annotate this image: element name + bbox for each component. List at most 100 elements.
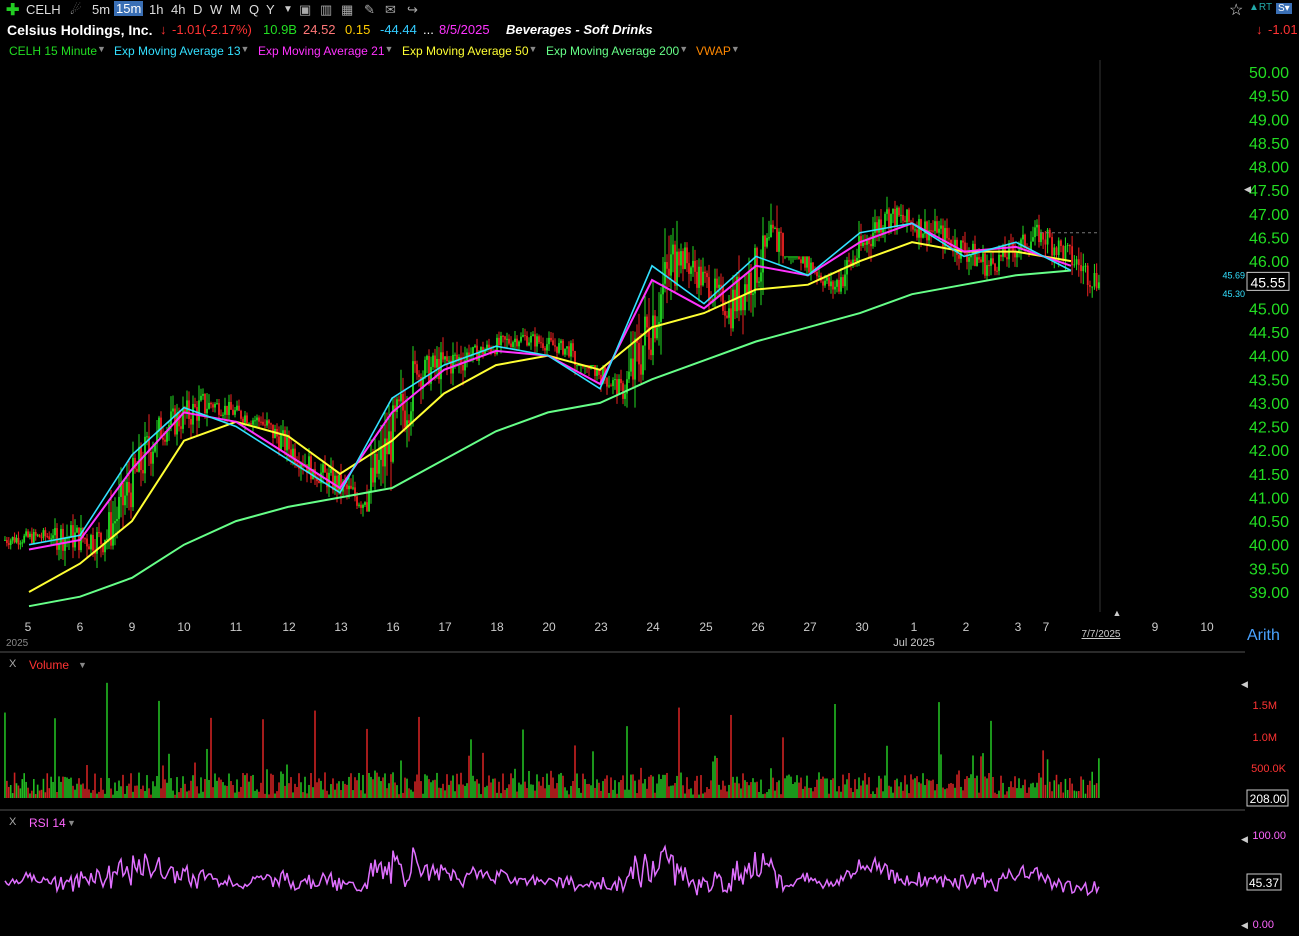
volume-bar	[428, 779, 430, 798]
candle-body	[544, 348, 546, 351]
volume-bar	[626, 726, 628, 798]
ema200-line	[28, 269, 1072, 608]
candle-body	[98, 532, 100, 534]
volume-bar	[25, 781, 27, 798]
volume-bar	[354, 777, 356, 798]
volume-bar	[316, 782, 318, 798]
volume-bar	[622, 775, 624, 798]
volume-bar	[454, 791, 456, 798]
candle-body	[48, 536, 51, 540]
candle-body	[198, 400, 200, 421]
volume-bar	[1089, 780, 1091, 798]
candle-body	[206, 408, 208, 414]
volume-bar	[376, 772, 378, 798]
candle-body	[346, 484, 348, 490]
volume-bar	[234, 792, 236, 798]
candle-body	[624, 393, 626, 399]
y-tick-label: 47.00	[1249, 207, 1289, 224]
volume-bar	[9, 785, 12, 798]
volume-close-icon[interactable]: X	[9, 658, 16, 670]
volume-bar	[276, 791, 278, 798]
candle-body	[226, 405, 228, 415]
volume-bar	[756, 781, 758, 798]
volume-bar	[628, 789, 630, 798]
volume-bar	[1095, 783, 1098, 798]
price-chart[interactable]: 50.0049.5049.0048.5048.0047.5047.0046.50…	[0, 0, 1299, 936]
volume-bar	[458, 784, 460, 798]
volume-bar	[940, 754, 942, 798]
volume-bar	[608, 792, 610, 798]
candle-body	[462, 365, 464, 371]
candle-body	[7, 543, 10, 546]
candle-body	[734, 289, 736, 312]
volume-bar	[470, 739, 472, 798]
candle-body	[752, 293, 754, 295]
volume-bar	[650, 774, 652, 798]
candle-body	[360, 504, 362, 508]
candle-body	[688, 263, 690, 274]
candle-body	[38, 534, 41, 538]
x-tick-label: 24	[646, 620, 660, 634]
volume-bar	[956, 774, 958, 798]
volume-bar	[644, 779, 646, 798]
volume-bar	[912, 779, 914, 798]
volume-bar	[466, 783, 468, 798]
volume-bar	[720, 789, 722, 798]
volume-label[interactable]: Volume	[29, 658, 69, 672]
candle-body	[594, 365, 596, 376]
volume-bar	[520, 784, 522, 798]
candle-body	[194, 403, 196, 408]
rsi-close-icon[interactable]: X	[9, 816, 16, 828]
volume-bar	[1098, 758, 1100, 798]
candle-body	[776, 228, 778, 252]
volume-bar	[460, 772, 462, 798]
volume-bar	[1004, 794, 1006, 798]
candle-body	[100, 532, 102, 544]
volume-bar	[380, 781, 382, 798]
candle-body	[54, 528, 56, 536]
ema21-line	[28, 222, 1072, 551]
candle-body	[224, 405, 226, 415]
volume-bar	[406, 778, 408, 798]
volume-bar	[412, 791, 414, 798]
cursor-marker-icon: ▲	[1113, 608, 1122, 618]
volume-bar	[806, 775, 808, 798]
volume-bar	[290, 777, 292, 798]
candle-body	[1036, 224, 1038, 228]
candle-body	[378, 459, 380, 474]
scale-mode[interactable]: Arith	[1247, 627, 1280, 645]
candle-body	[220, 414, 222, 416]
volume-bar	[864, 773, 866, 798]
y-tick-label: 42.00	[1249, 443, 1289, 460]
candle-body	[86, 538, 88, 547]
volume-bar	[242, 772, 244, 798]
volume-dropdown-icon[interactable]: ▼	[78, 660, 87, 670]
volume-bar	[588, 783, 590, 798]
volume-bar	[568, 794, 570, 798]
volume-bar	[706, 787, 708, 798]
volume-bar	[228, 773, 230, 798]
volume-bar	[394, 782, 396, 798]
candle-body	[258, 417, 260, 422]
candle-body	[842, 277, 844, 287]
candle-body	[704, 271, 706, 274]
candle-body	[564, 348, 566, 355]
volume-tick: 1.5M	[1253, 700, 1277, 712]
candle-body	[118, 496, 120, 519]
candle-body	[988, 265, 990, 267]
volume-bar	[1014, 776, 1016, 798]
volume-bar	[48, 788, 50, 798]
candle-body	[538, 336, 540, 343]
volume-bar	[42, 778, 45, 798]
rsi-label[interactable]: RSI 14	[29, 816, 66, 830]
volume-bar	[810, 787, 812, 798]
candle-body	[412, 361, 414, 412]
volume-bar	[1016, 788, 1018, 798]
candle-body	[456, 354, 458, 360]
volume-bar	[240, 786, 242, 798]
volume-last-label: 208.00	[1250, 792, 1287, 806]
candle-body	[706, 273, 708, 278]
rsi-dropdown-icon[interactable]: ▼	[67, 818, 76, 828]
volume-bar	[106, 682, 108, 798]
y-tick-label: 49.50	[1249, 89, 1289, 106]
